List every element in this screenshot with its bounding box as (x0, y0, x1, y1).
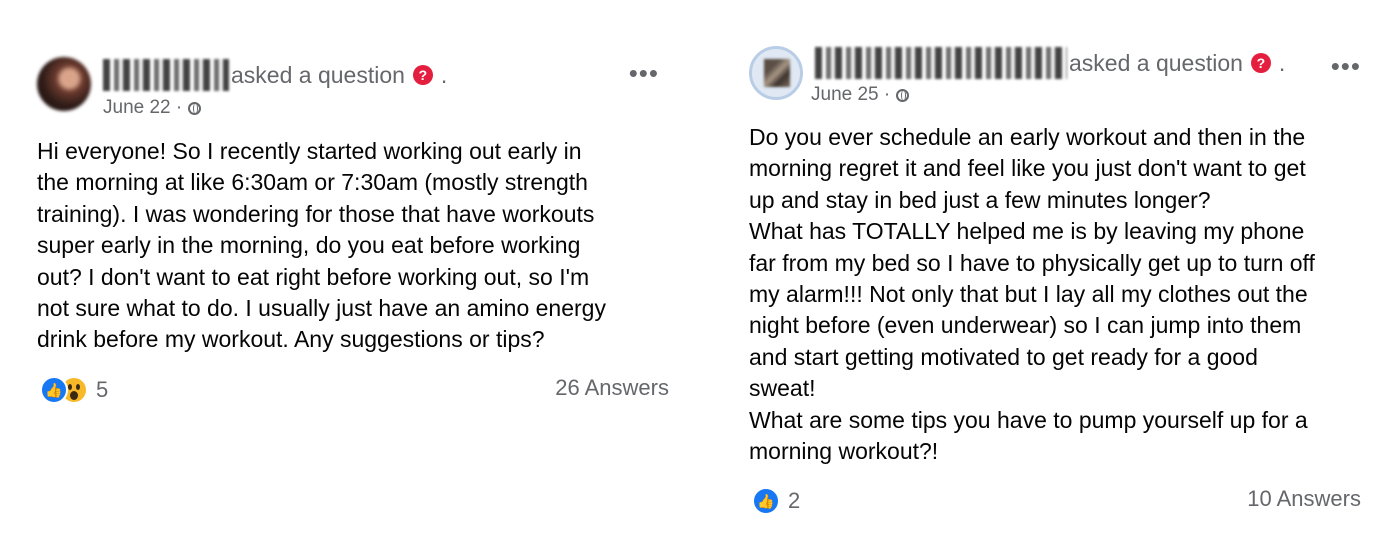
question-post-2: asked a question ? . June 25 · ••• Do yo… (749, 44, 1361, 517)
post-footer: 👍 5 26 Answers (37, 372, 669, 406)
post-body: Hi everyone! So I recently started worki… (37, 138, 606, 353)
author-line: asked a question ? . (815, 47, 1285, 79)
post-body: Do you ever schedule an early workout an… (749, 124, 1315, 465)
separator-dot: . (440, 61, 448, 88)
redacted-author-name[interactable] (815, 47, 1067, 79)
globe-icon (188, 101, 202, 115)
reaction-count: 2 (788, 488, 801, 514)
post-action-text: asked a question (231, 61, 405, 88)
post-footer: 👍 2 10 Answers (749, 483, 1361, 517)
like-reaction-icon: 👍 (40, 375, 68, 404)
author-line: asked a question ? . (103, 59, 447, 91)
reactions-summary[interactable]: 👍 5 (40, 375, 109, 404)
reactions-summary[interactable]: 👍 2 (752, 487, 801, 516)
avatar[interactable] (37, 57, 91, 111)
post-meta: June 25 · (811, 84, 910, 106)
more-options-icon[interactable]: ••• (629, 60, 659, 86)
more-options-icon[interactable]: ••• (1331, 53, 1361, 79)
post-header: asked a question ? . June 25 · ••• (749, 44, 1361, 110)
separator-dot: . (1278, 49, 1286, 76)
question-icon: ? (1250, 53, 1271, 73)
answers-link[interactable]: 10 Answers (1247, 486, 1361, 512)
post-date[interactable]: June 22 · (103, 97, 182, 119)
post-header: asked a question ? . June 22 · ••• (37, 55, 669, 119)
reaction-count: 5 (96, 376, 109, 402)
post-meta: June 22 · (103, 97, 202, 119)
question-post-1: asked a question ? . June 22 · ••• Hi ev… (37, 55, 669, 406)
like-reaction-icon: 👍 (752, 487, 780, 516)
post-date[interactable]: June 25 · (811, 84, 890, 106)
redacted-author-name[interactable] (103, 59, 229, 91)
globe-icon (896, 88, 910, 102)
avatar[interactable] (749, 46, 803, 100)
answers-link[interactable]: 26 Answers (555, 375, 669, 401)
post-action-text: asked a question (1069, 49, 1243, 76)
screenshot: asked a question ? . June 22 · ••• Hi ev… (0, 0, 1400, 554)
question-icon: ? (412, 65, 433, 85)
